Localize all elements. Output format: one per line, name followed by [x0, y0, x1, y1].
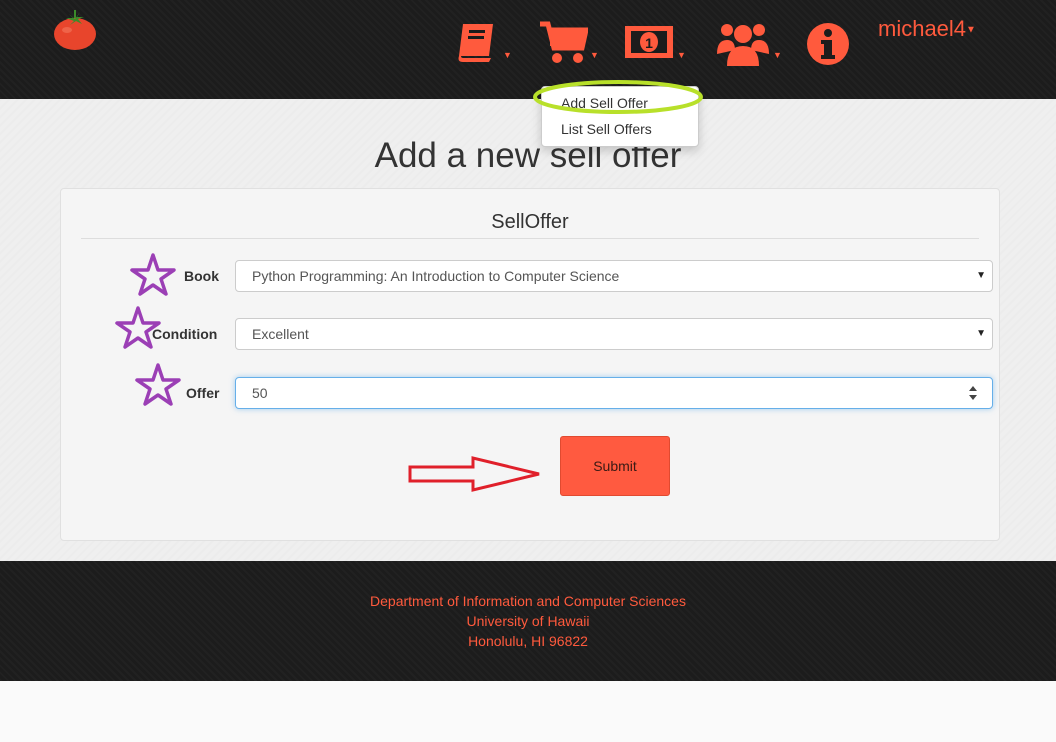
form-title: SellOffer [491, 211, 569, 233]
condition-select-value: Excellent [252, 326, 309, 342]
select-arrow-icon: ▼ [976, 270, 986, 281]
number-spinner-icon[interactable] [968, 385, 978, 401]
username-label: michael4 [878, 16, 967, 41]
footer-department: Department of Information and Computer S… [370, 593, 686, 609]
select-arrow-icon: ▼ [976, 328, 986, 339]
offer-input[interactable]: 50 [235, 377, 993, 409]
arrow-annotation-icon [408, 456, 540, 492]
menu-item-add-sell-offer[interactable]: Add Sell Offer [542, 90, 698, 116]
sell-menu[interactable]: 1 ▼ [623, 20, 686, 70]
book-select-value: Python Programming: An Introduction to C… [252, 268, 620, 284]
caret-down-icon: ▼ [773, 50, 782, 60]
main-content: Add a new sell offer SellOffer Book Pyth… [0, 99, 1056, 561]
condition-select[interactable]: Excellent ▼ [235, 318, 993, 350]
svg-text:1: 1 [645, 35, 653, 51]
top-navbar: ▼ ▼ 1 ▼ ▼ michael4▼ [0, 0, 1056, 99]
book-select[interactable]: Python Programming: An Introduction to C… [235, 260, 993, 292]
page-title: Add a new sell offer [374, 136, 682, 175]
star-annotation-icon [135, 363, 181, 406]
submit-button[interactable]: Submit [560, 436, 670, 496]
buy-menu[interactable]: ▼ [538, 20, 599, 70]
books-menu[interactable]: ▼ [455, 20, 512, 70]
tomato-logo-icon[interactable] [52, 6, 98, 52]
sell-dropdown-menu: Add Sell Offer List Sell Offers [541, 86, 699, 147]
offer-label: Offer [186, 385, 220, 401]
info-menu[interactable] [806, 22, 850, 72]
cart-icon [540, 21, 588, 63]
info-icon [807, 23, 849, 65]
condition-label: Condition [152, 326, 218, 342]
money-icon: 1 [625, 26, 673, 58]
user-menu[interactable]: michael4▼ [878, 16, 976, 42]
book-label: Book [184, 268, 219, 284]
offer-input-value: 50 [252, 385, 268, 401]
caret-down-icon: ▼ [503, 50, 512, 60]
book-icon [458, 24, 493, 62]
divider [81, 238, 979, 239]
footer-university: University of Hawaii [466, 613, 590, 629]
star-annotation-icon [130, 253, 176, 296]
footer-address: Honolulu, HI 96822 [468, 633, 588, 649]
caret-down-icon: ▼ [677, 50, 686, 60]
users-icon [717, 24, 769, 66]
page-bottom [0, 681, 1056, 742]
users-menu[interactable]: ▼ [715, 20, 782, 70]
caret-down-icon: ▼ [590, 50, 599, 60]
footer: Department of Information and Computer S… [0, 561, 1056, 681]
menu-item-list-sell-offers[interactable]: List Sell Offers [542, 116, 698, 142]
caret-down-icon: ▼ [966, 24, 976, 36]
